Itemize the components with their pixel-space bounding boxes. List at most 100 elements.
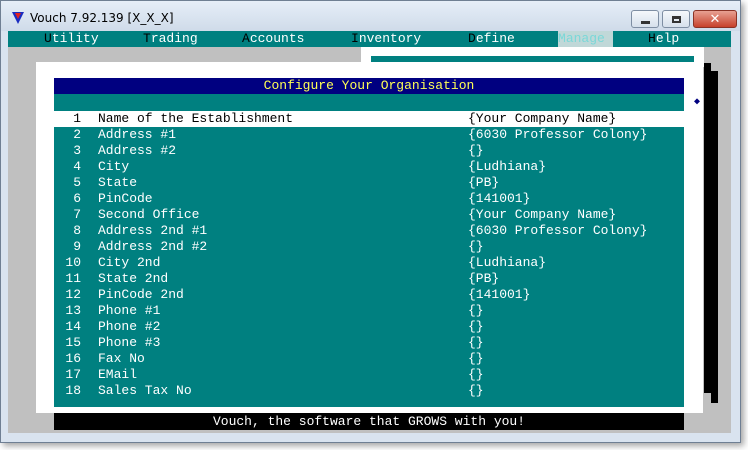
list-item-label: City 2nd xyxy=(98,255,161,270)
menu-shadow-right xyxy=(711,71,718,403)
menu-accounts[interactable]: Accounts xyxy=(242,31,304,47)
list-item-number: 14 xyxy=(65,319,81,334)
list-item-value: {} xyxy=(468,239,484,254)
settings-list: 1 Name of the Establishment {Your Company … xyxy=(54,111,684,399)
list-item-label: Fax No xyxy=(98,351,145,366)
list-item-number: 6 xyxy=(73,191,81,206)
menu-label: rading xyxy=(150,31,198,46)
list-item-value: {} xyxy=(468,143,484,158)
menu-bar: Utility Trading Accounts Inventory Defin… xyxy=(8,31,731,47)
list-item[interactable]: 7 Second Office {Your Company Name} xyxy=(54,207,684,223)
list-item[interactable]: 16 Fax No {} xyxy=(54,351,684,367)
list-item-value: {} xyxy=(468,383,484,398)
menu-hotkey: T xyxy=(143,31,151,46)
list-item-number: 2 xyxy=(73,127,81,142)
close-button[interactable]: ✕ xyxy=(693,10,737,28)
menu-label: tility xyxy=(51,31,99,46)
list-item-label: Second Office xyxy=(98,207,200,222)
status-bar: Vouch, the software that GROWS with you! xyxy=(54,413,684,430)
maximize-button[interactable] xyxy=(662,10,690,28)
console-area: Utility Trading Accounts Inventory Defin… xyxy=(8,31,731,433)
list-item[interactable]: 4 City {Ludhiana} xyxy=(54,159,684,175)
menu-hotkey: A xyxy=(242,31,250,46)
list-item-value: {Ludhiana} xyxy=(468,159,547,174)
list-item[interactable]: 3 Address #2 {} xyxy=(54,143,684,159)
menu-utility[interactable]: Utility xyxy=(44,31,99,47)
menu-inventory[interactable]: Inventory xyxy=(351,31,421,47)
window-title: Vouch 7.92.139 [X_X_X] xyxy=(30,11,174,25)
list-item[interactable]: 17 EMail {} xyxy=(54,367,684,383)
menu-hotkey: M xyxy=(558,31,566,46)
app-window: Vouch 7.92.139 [X_X_X] ✕ Utility Trading… xyxy=(0,0,741,443)
list-item-number: 17 xyxy=(65,367,81,382)
list-item-value: {} xyxy=(468,303,484,318)
list-item[interactable]: 6 PinCode {141001} xyxy=(54,191,684,207)
vouch-logo-icon[interactable] xyxy=(12,12,24,24)
maximize-icon xyxy=(671,15,681,23)
list-item-number: 15 xyxy=(65,335,81,350)
menu-hotkey: I xyxy=(351,31,359,46)
list-item-number: 1 xyxy=(73,111,81,126)
list-item-value: {141001} xyxy=(468,191,531,206)
list-item-label: Phone #3 xyxy=(98,335,161,350)
list-item-number: 10 xyxy=(65,255,81,270)
menu-hotkey: H xyxy=(648,31,656,46)
list-item[interactable]: 13 Phone #1 {} xyxy=(54,303,684,319)
list-item-label: Sales Tax No xyxy=(98,383,192,398)
list-item-value: {141001} xyxy=(468,287,531,302)
list-item[interactable]: 2 Address #1 {6030 Professor Colony} xyxy=(54,127,684,143)
list-item-label: State xyxy=(98,175,138,190)
list-item[interactable]: 5 State {PB} xyxy=(54,175,684,191)
list-item-label: Address 2nd #1 xyxy=(98,223,208,238)
list-item-label: City xyxy=(98,159,130,174)
list-item-label: State 2nd xyxy=(98,271,169,286)
title-bar[interactable]: Vouch 7.92.139 [X_X_X] ✕ xyxy=(1,1,740,31)
menu-manage[interactable]: Manage xyxy=(558,31,613,47)
configure-organisation-dialog: Configure Your Organisation 1 Name of the… xyxy=(36,62,703,413)
list-item-value: {PB} xyxy=(468,271,500,286)
list-item-number: 16 xyxy=(65,351,81,366)
close-icon: ✕ xyxy=(709,11,721,27)
list-item[interactable]: 18 Sales Tax No {} xyxy=(54,383,684,399)
list-item-label: Name of the Establishment xyxy=(98,111,294,126)
list-item-label: Address #1 xyxy=(98,127,177,142)
list-item[interactable]: 11 State 2nd {PB} xyxy=(54,271,684,287)
menu-label: elp xyxy=(655,31,680,46)
dialog-body: Configure Your Organisation 1 Name of the… xyxy=(54,78,684,407)
list-item[interactable]: 15 Phone #3 {} xyxy=(54,335,684,351)
list-item[interactable]: 10 City 2nd {Ludhiana} xyxy=(54,255,684,271)
list-item-label: PinCode xyxy=(98,191,153,206)
list-item-label: Phone #1 xyxy=(98,303,161,318)
list-item-value: {PB} xyxy=(468,175,500,190)
menu-label: efine xyxy=(475,31,515,46)
list-item-number: 18 xyxy=(65,383,81,398)
list-item[interactable]: 12 PinCode 2nd {141001} xyxy=(54,287,684,303)
list-item-label: Address 2nd #2 xyxy=(98,239,208,254)
dialog-shadow-right xyxy=(704,63,711,393)
list-item-number: 4 xyxy=(73,159,81,174)
minimize-button[interactable] xyxy=(631,10,659,28)
list-item-value: {} xyxy=(468,351,484,366)
list-item-value: {6030 Professor Colony} xyxy=(468,223,648,238)
list-item[interactable]: 8 Address 2nd #1 {6030 Professor Colony} xyxy=(54,223,684,239)
list-item-number: 13 xyxy=(65,303,81,318)
list-item-value: {Your Company Name} xyxy=(468,207,617,222)
list-item[interactable]: 14 Phone #2 {} xyxy=(54,319,684,335)
diamond-icon: ◆ xyxy=(694,97,701,108)
list-item-value: {Your Company Name} xyxy=(468,111,617,126)
list-item-value: {} xyxy=(468,335,484,350)
menu-trading[interactable]: Trading xyxy=(143,31,198,47)
menu-help[interactable]: Help xyxy=(648,31,679,47)
menu-label: ccounts xyxy=(249,31,305,46)
list-item-label: Address #2 xyxy=(98,143,177,158)
list-item[interactable]: 9 Address 2nd #2 {} xyxy=(54,239,684,255)
menu-label: nventory xyxy=(358,31,422,46)
list-item-label: Phone #2 xyxy=(98,319,161,334)
list-item-label: PinCode 2nd xyxy=(98,287,184,302)
list-item-number: 9 xyxy=(73,239,81,254)
list-item-number: 8 xyxy=(73,223,81,238)
menu-hotkey: U xyxy=(44,31,52,46)
list-item[interactable]: 1 Name of the Establishment {Your Company … xyxy=(54,111,684,127)
list-item-value: {} xyxy=(468,319,484,334)
menu-define[interactable]: Define xyxy=(468,31,515,47)
